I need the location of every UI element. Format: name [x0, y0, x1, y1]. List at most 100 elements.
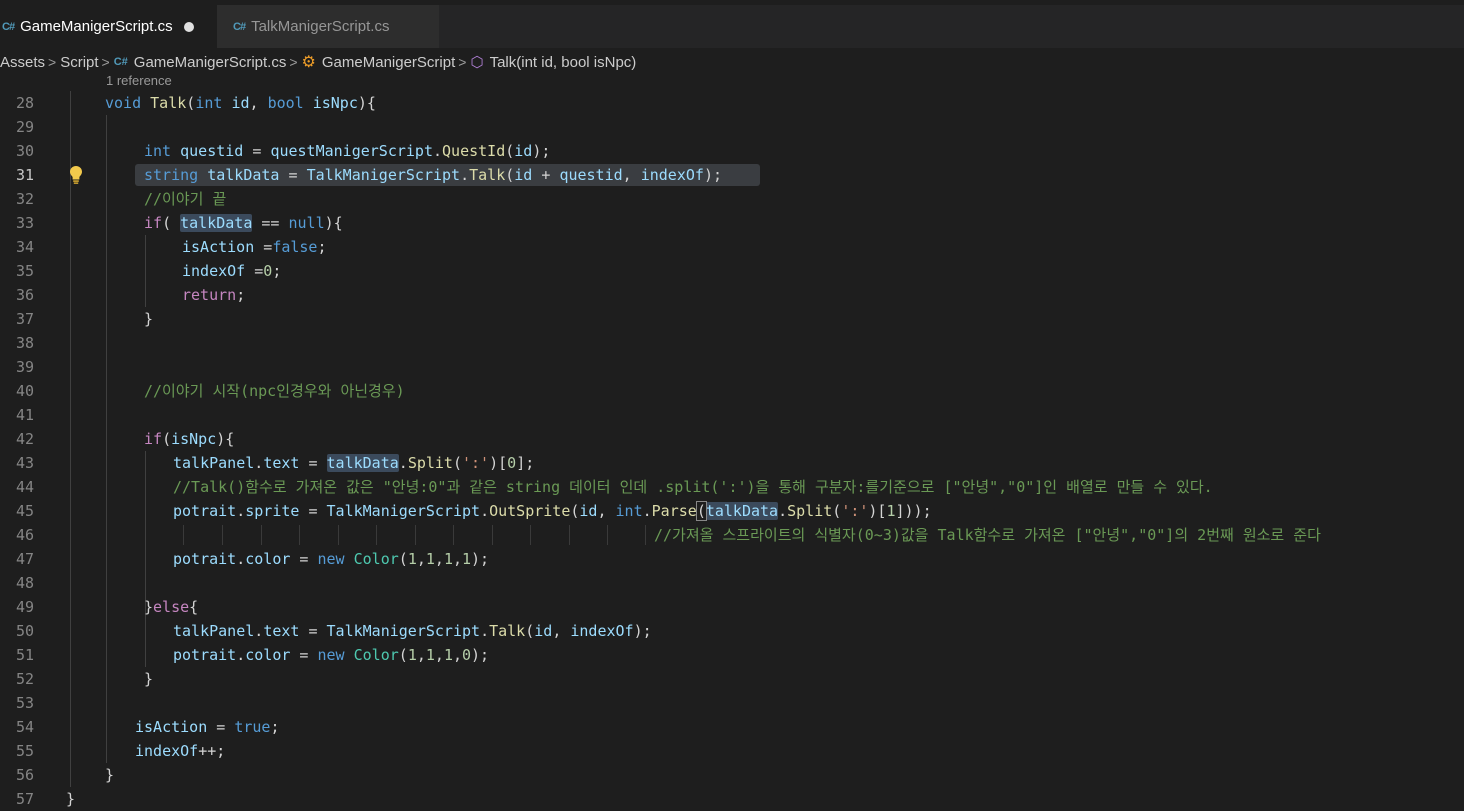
code-line: 29	[0, 115, 1464, 139]
token: id	[231, 94, 250, 112]
token: Split	[407, 454, 453, 472]
breadcrumb-method[interactable]: Talk(int id, bool isNpc)	[490, 54, 637, 71]
whitespace-guide	[299, 525, 300, 545]
token: new	[317, 550, 345, 568]
token: Talk	[469, 166, 506, 184]
line-content: if(isNpc){	[144, 427, 234, 451]
whitespace-guide	[453, 525, 454, 545]
token: Parse	[651, 502, 697, 520]
code-line: 41	[0, 403, 1464, 427]
line-number: 41	[15, 406, 34, 424]
code-editor[interactable]: 28 void Talk(int id, bool isNpc){ 29 30 …	[0, 91, 1464, 810]
whitespace-guide	[492, 525, 493, 545]
chevron-right-icon: >	[458, 54, 467, 70]
line-content: return;	[182, 283, 245, 307]
code-line: 35 indexOf =0;	[0, 259, 1464, 283]
codelens-references[interactable]: 1 reference	[106, 73, 172, 88]
token: =	[290, 646, 318, 664]
token: TalkManigerScript	[326, 622, 481, 640]
code-line-current: 31 string talkData = TalkManigerScript.T…	[0, 163, 1464, 187]
breadcrumb-file[interactable]: GameManigerScript.cs	[134, 54, 287, 71]
line-content: indexOf =0;	[182, 259, 281, 283]
line-number: 32	[15, 190, 34, 208]
token: (	[162, 214, 181, 232]
token: ':'	[841, 502, 869, 520]
token: =	[299, 502, 327, 520]
tab-gamemanigerscript[interactable]: C# GameManigerScript.cs	[0, 5, 217, 48]
token: talkData	[207, 166, 280, 184]
token: 0	[263, 262, 273, 280]
line-number: 57	[15, 790, 34, 808]
breadcrumb-class[interactable]: GameManigerScript	[322, 54, 455, 71]
token: 1	[407, 646, 417, 664]
token: TalkManigerScript	[326, 502, 481, 520]
token: ;	[317, 238, 327, 256]
token: .	[236, 550, 246, 568]
token: =	[299, 454, 327, 472]
line-number: 43	[15, 454, 34, 472]
unsaved-dot-icon[interactable]	[183, 21, 194, 32]
token: =	[279, 166, 307, 184]
token: questid	[559, 166, 623, 184]
token: false	[272, 238, 318, 256]
breadcrumb: Assets > Script > C# GameManigerScript.c…	[0, 48, 1464, 76]
token: int	[144, 142, 172, 160]
token: );	[633, 622, 652, 640]
line-number: 44	[15, 478, 34, 496]
token: isNpc	[171, 430, 217, 448]
token: (	[452, 454, 462, 472]
line-number: 54	[15, 718, 34, 736]
token: ){	[216, 430, 235, 448]
token: .	[254, 454, 264, 472]
token: =	[290, 550, 318, 568]
whitespace-guide	[261, 525, 262, 545]
token: ':'	[462, 454, 490, 472]
token: .	[398, 454, 408, 472]
line-number: 31	[15, 166, 34, 184]
token: (	[505, 166, 515, 184]
token: 1	[886, 502, 896, 520]
line-content: if( talkData == null){	[144, 211, 343, 235]
token: ++;	[198, 742, 226, 760]
breadcrumb-assets[interactable]: Assets	[0, 54, 45, 71]
token: (	[186, 94, 196, 112]
code-line: 56 }	[0, 763, 1464, 787]
line-number: 29	[15, 118, 34, 136]
token: ]));	[895, 502, 932, 520]
token: (	[398, 646, 408, 664]
token: =	[207, 718, 235, 736]
line-number: 40	[15, 382, 34, 400]
token: (	[525, 622, 535, 640]
line-content: }else{	[144, 595, 198, 619]
line-number: 49	[15, 598, 34, 616]
tab-talkmanigerscript[interactable]: C# TalkManigerScript.cs	[217, 5, 439, 48]
token: Color	[353, 550, 399, 568]
breadcrumb-script[interactable]: Script	[60, 54, 98, 71]
csharp-file-icon: C#	[2, 20, 15, 33]
code-line: 47 potrait.color = new Color(1,1,1,1);	[0, 547, 1464, 571]
token: .	[236, 646, 246, 664]
comment: //이야기 시작(npc인경우와 아닌경우)	[144, 382, 405, 400]
token: 1	[425, 646, 435, 664]
lightbulb-icon[interactable]	[69, 165, 83, 185]
token: .	[642, 502, 652, 520]
token: .	[236, 502, 246, 520]
code-line: 45 potrait.sprite = TalkManigerScript.Ou…	[0, 499, 1464, 523]
token: .	[460, 166, 470, 184]
method-icon: ⬡	[470, 54, 484, 71]
token: potrait	[173, 502, 237, 520]
token: isNpc	[312, 94, 358, 112]
token: );	[471, 646, 490, 664]
line-number: 48	[15, 574, 34, 592]
bracket-match: (	[695, 501, 707, 521]
token: ,	[434, 550, 444, 568]
token: TalkManigerScript	[306, 166, 461, 184]
closing-brace: }	[144, 670, 154, 688]
token: return	[182, 286, 237, 304]
comment: //Talk()함수로 가져온 값은 "안녕:0"과 같은 string 데이터…	[173, 478, 1213, 496]
code-line: 49 }else{	[0, 595, 1464, 619]
csharp-file-icon: C#	[233, 20, 246, 33]
